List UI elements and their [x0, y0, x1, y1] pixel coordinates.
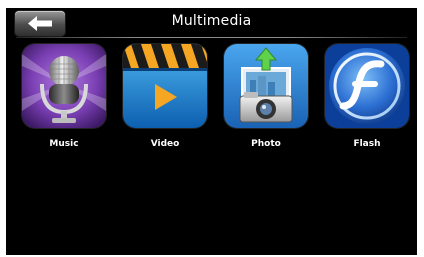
video-label: Video — [150, 139, 180, 149]
photo-app-button[interactable] — [224, 44, 308, 128]
photo-label: Photo — [251, 139, 281, 149]
clapperboard-play-icon — [123, 44, 207, 128]
flash-label: Flash — [353, 139, 381, 149]
microphone-icon — [22, 44, 106, 128]
page-title: Multimedia — [171, 13, 252, 29]
header-divider — [16, 37, 407, 38]
flash-app-button[interactable] — [325, 44, 409, 128]
music-app-button[interactable] — [22, 44, 106, 128]
flash-logo-icon — [325, 44, 409, 128]
camera-upload-icon — [224, 44, 308, 128]
video-app-button[interactable] — [123, 44, 207, 128]
multimedia-screen: Multimedia Music Video Photo Flash — [6, 8, 417, 255]
music-label: Music — [49, 139, 79, 149]
